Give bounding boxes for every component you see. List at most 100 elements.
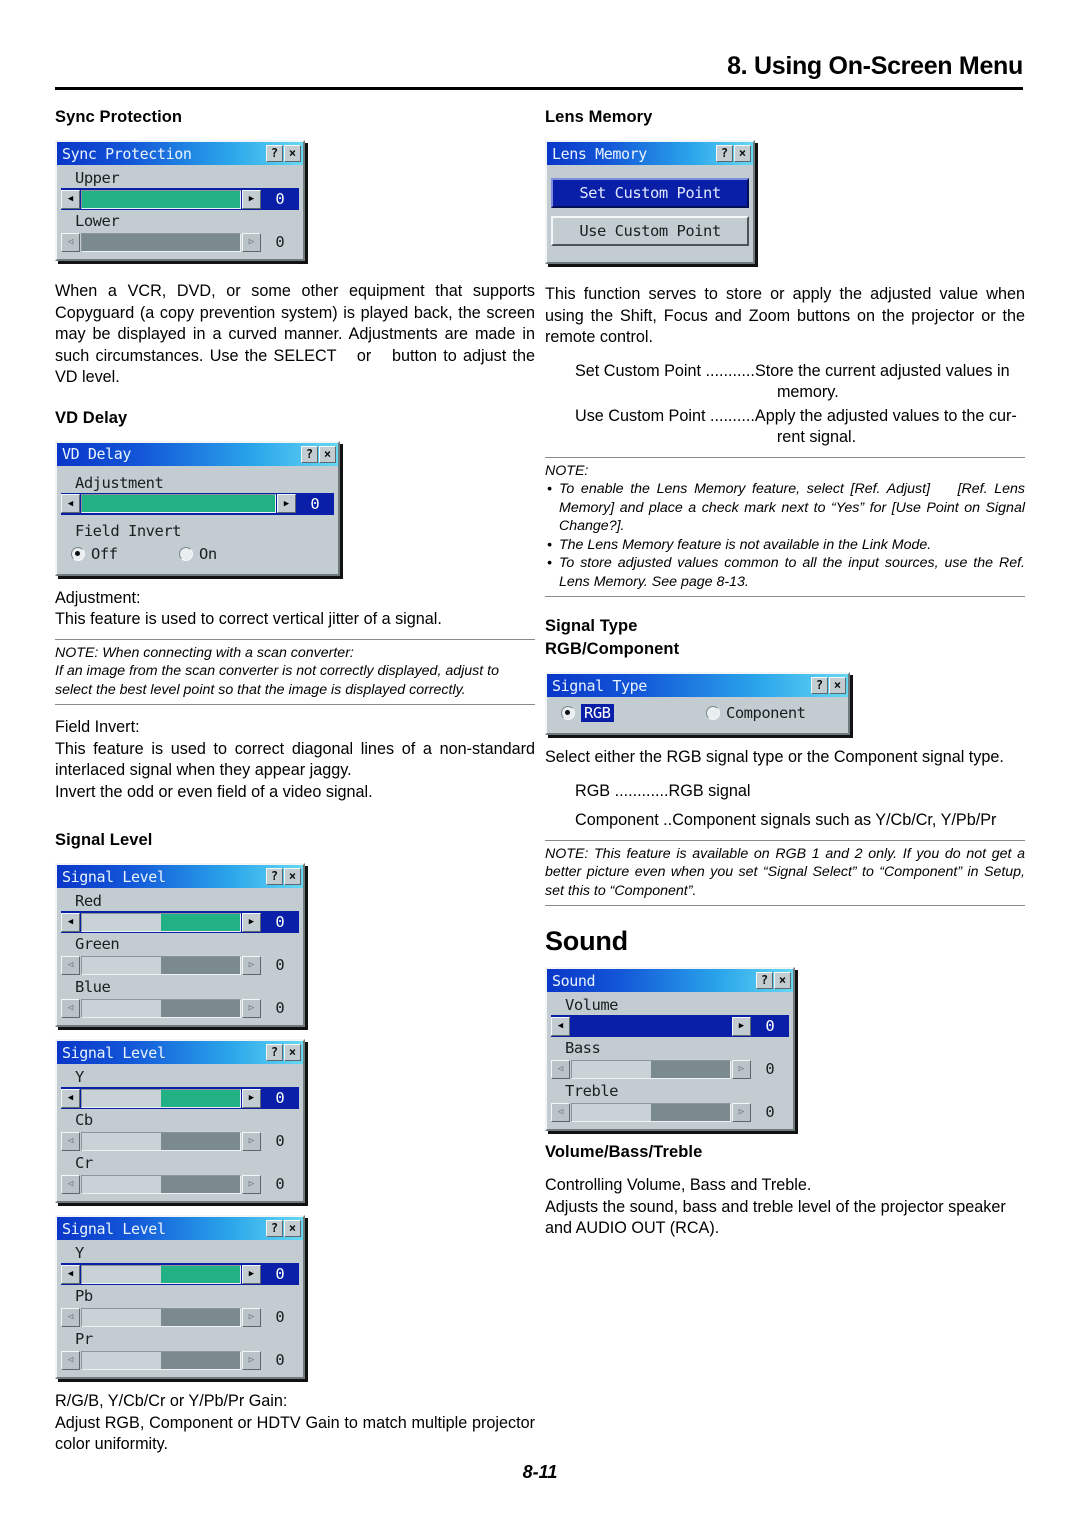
close-icon[interactable]: ×	[774, 972, 791, 989]
help-icon[interactable]: ?	[301, 445, 318, 463]
slider-track[interactable]	[81, 955, 241, 975]
close-icon[interactable]: ×	[284, 868, 301, 885]
titlebar-buttons: ? ×	[265, 1220, 303, 1237]
slider-green[interactable]: ◁ ▷ 0	[61, 954, 299, 976]
help-icon[interactable]: ?	[266, 145, 283, 162]
slider-track[interactable]	[81, 1307, 241, 1327]
arrow-left-icon[interactable]: ◀	[61, 189, 80, 209]
arrow-left-icon[interactable]: ◀	[61, 1088, 80, 1108]
radio-option-off[interactable]: Off	[71, 545, 179, 563]
slider-track[interactable]	[81, 1350, 241, 1370]
section-heading-vd-delay: VD Delay	[55, 408, 128, 427]
dialog-lens-memory: Lens Memory ? × Set Custom Point Use Cus…	[545, 140, 755, 264]
set-custom-point-button[interactable]: Set Custom Point	[551, 178, 749, 208]
slider-treble[interactable]: ◁ ▷ 0	[551, 1101, 789, 1123]
arrow-right-icon[interactable]: ▷	[242, 955, 261, 975]
arrow-right-icon[interactable]: ▷	[242, 232, 261, 252]
slider-track[interactable]	[81, 1174, 241, 1194]
slider-track[interactable]	[81, 232, 241, 252]
arrow-left-icon[interactable]: ◁	[61, 232, 80, 252]
arrow-left-icon[interactable]: ◁	[61, 1307, 80, 1327]
arrow-right-icon[interactable]: ▶	[242, 1264, 261, 1284]
arrow-right-icon[interactable]: ▷	[242, 998, 261, 1018]
slider-red[interactable]: ◀ ▶ 0	[61, 911, 299, 933]
slider-adjustment[interactable]: ◀ ▶ 0	[61, 492, 334, 515]
arrow-left-icon[interactable]: ◀	[61, 1264, 80, 1284]
arrow-right-icon[interactable]: ▷	[732, 1059, 751, 1079]
slider-bass[interactable]: ◁ ▷ 0	[551, 1058, 789, 1080]
slider-lower[interactable]: ◁ ▷ 0	[61, 231, 299, 253]
dialog-title: Signal Level	[62, 1219, 166, 1238]
radio-option-rgb[interactable]: RGB	[561, 704, 706, 722]
help-icon[interactable]: ?	[266, 1044, 283, 1061]
radio-icon[interactable]	[71, 546, 85, 561]
dialog-title: Lens Memory	[552, 144, 647, 163]
arrow-right-icon[interactable]: ▶	[277, 494, 296, 513]
slider-pb[interactable]: ◁ ▷ 0	[61, 1306, 299, 1328]
note-scan-converter: NOTE: When connecting with a scan conver…	[55, 638, 535, 705]
arrow-right-icon[interactable]: ▶	[242, 1088, 261, 1108]
slider-track[interactable]	[571, 1102, 731, 1122]
arrow-left-icon[interactable]: ◁	[61, 1131, 80, 1151]
slider-cb[interactable]: ◁ ▷ 0	[61, 1130, 299, 1152]
arrow-left-icon[interactable]: ◀	[61, 912, 80, 932]
help-icon[interactable]: ?	[756, 972, 773, 989]
slider-track[interactable]	[81, 1264, 241, 1284]
radio-option-on[interactable]: On	[179, 545, 217, 563]
radio-icon[interactable]	[179, 546, 193, 561]
radio-option-component[interactable]: Component	[706, 704, 806, 722]
slider-blue[interactable]: ◁ ▷ 0	[61, 997, 299, 1019]
slider-cr[interactable]: ◁ ▷ 0	[61, 1173, 299, 1195]
arrow-right-icon[interactable]: ▶	[732, 1016, 751, 1036]
slider-y[interactable]: ◀ ▶ 0	[61, 1263, 299, 1285]
radio-icon[interactable]	[706, 706, 720, 720]
note-signal-type: NOTE: This feature is available on RGB 1…	[545, 839, 1025, 906]
slider-track[interactable]	[81, 998, 241, 1018]
close-icon[interactable]: ×	[319, 445, 336, 463]
signal-type-definitions: RGB ............ RGB signal Component ..…	[545, 781, 1025, 832]
slider-track[interactable]	[81, 1131, 241, 1151]
slider-volume[interactable]: ◀ ▶ 0	[551, 1015, 789, 1037]
close-icon[interactable]: ×	[829, 677, 846, 694]
use-custom-point-button[interactable]: Use Custom Point	[551, 216, 749, 246]
arrow-right-icon[interactable]: ▷	[732, 1102, 751, 1122]
slider-track[interactable]	[571, 1016, 731, 1036]
page-title: 8. Using On-Screen Menu	[727, 52, 1023, 80]
arrow-left-icon[interactable]: ◀	[61, 494, 80, 513]
slider-upper[interactable]: ◀ ▶ 0	[61, 188, 299, 210]
help-icon[interactable]: ?	[716, 145, 733, 162]
slider-y[interactable]: ◀ ▶ 0	[61, 1087, 299, 1109]
help-icon[interactable]: ?	[266, 1220, 283, 1237]
arrow-left-icon[interactable]: ◁	[61, 1174, 80, 1194]
slider-track[interactable]	[81, 189, 241, 209]
arrow-left-icon[interactable]: ◁	[61, 1350, 80, 1370]
arrow-right-icon[interactable]: ▷	[242, 1131, 261, 1151]
help-icon[interactable]: ?	[266, 868, 283, 885]
left-column: Sync Protection Sync Protection ? × Uppe…	[55, 108, 535, 1456]
arrow-right-icon[interactable]: ▷	[242, 1350, 261, 1370]
slider-pr[interactable]: ◁ ▷ 0	[61, 1349, 299, 1371]
close-icon[interactable]: ×	[284, 145, 301, 162]
slider-track[interactable]	[81, 1088, 241, 1108]
arrow-right-icon[interactable]: ▷	[242, 1174, 261, 1194]
arrow-left-icon[interactable]: ◁	[551, 1102, 570, 1122]
arrow-left-icon[interactable]: ◁	[61, 955, 80, 975]
dialog-signal-type: Signal Type ? × RGB Component	[545, 672, 850, 735]
arrow-left-icon[interactable]: ◁	[551, 1059, 570, 1079]
help-icon[interactable]: ?	[811, 677, 828, 694]
arrow-left-icon[interactable]: ◁	[61, 998, 80, 1018]
header-rule	[55, 87, 1023, 90]
arrow-right-icon[interactable]: ▶	[242, 912, 261, 932]
arrow-right-icon[interactable]: ▷	[242, 1307, 261, 1327]
close-icon[interactable]: ×	[284, 1044, 301, 1061]
slider-track[interactable]	[81, 912, 241, 932]
radio-icon[interactable]	[561, 706, 575, 720]
slider-track[interactable]	[81, 494, 276, 513]
close-icon[interactable]: ×	[284, 1220, 301, 1237]
note-line: If an image from the scan converter is n…	[55, 663, 499, 698]
arrow-left-icon[interactable]: ◀	[551, 1016, 570, 1036]
close-icon[interactable]: ×	[734, 145, 751, 162]
arrow-right-icon[interactable]: ▶	[242, 189, 261, 209]
slider-track[interactable]	[571, 1059, 731, 1079]
radio-group-field-invert: Off On	[61, 541, 334, 569]
